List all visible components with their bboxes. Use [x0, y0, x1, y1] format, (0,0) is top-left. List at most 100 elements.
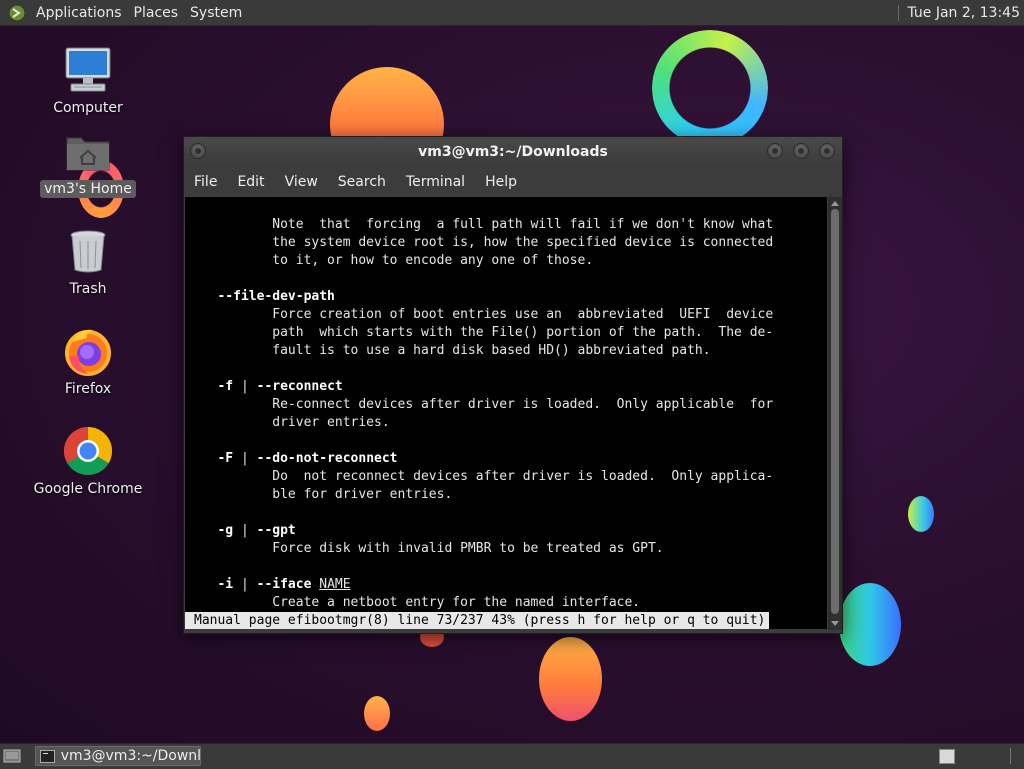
- option-flag: -i: [217, 577, 234, 592]
- scrollbar-thumb[interactable]: [831, 209, 839, 614]
- terminal-text: to it, or how to encode any one of those…: [194, 253, 594, 268]
- option-flag: --file-dev-path: [217, 289, 335, 304]
- desktop-icon-label: Trash: [69, 281, 107, 297]
- terminal-line: fault is to use a hard disk based HD() a…: [194, 342, 773, 360]
- minimize-button[interactable]: [767, 143, 783, 159]
- terminal-line: Re-connect devices after driver is loade…: [194, 396, 773, 414]
- option-flag: -F: [217, 451, 234, 466]
- option-flag: --reconnect: [256, 379, 343, 394]
- terminal-text: Force creation of boot entries use an ab…: [194, 307, 774, 322]
- terminal-text: Re-connect devices after driver is loade…: [194, 397, 774, 412]
- terminal-line: Create a netboot entry for the named int…: [194, 594, 773, 612]
- scroll-down-arrow-icon[interactable]: [831, 621, 839, 626]
- places-menu[interactable]: Places: [130, 5, 187, 21]
- wallpaper-blue-oval-small: [908, 496, 934, 532]
- clock[interactable]: Tue Jan 2, 13:45: [907, 5, 1024, 21]
- firefox-icon: [63, 326, 113, 376]
- desktop-icon-label: Google Chrome: [33, 481, 143, 497]
- terminal-line: driver entries.: [194, 414, 773, 432]
- applications-menu[interactable]: Applications: [32, 5, 130, 21]
- option-flag: -f: [217, 379, 234, 394]
- menu-file[interactable]: File: [184, 174, 227, 190]
- desktop-icon-label: vm3's Home: [40, 180, 136, 198]
- terminal-line: -F | --do-not-reconnect: [194, 450, 773, 468]
- wallpaper-orange-dot: [364, 696, 390, 731]
- close-button[interactable]: [819, 143, 835, 159]
- desktop-icon-firefox[interactable]: Firefox: [38, 326, 138, 398]
- terminal-text: Note that forcing a full path will fail …: [194, 217, 774, 232]
- wallpaper-orange-oval: [539, 637, 602, 721]
- option-flag: --iface: [256, 577, 312, 592]
- system-menu[interactable]: System: [186, 5, 250, 21]
- option-flag: -g: [217, 523, 234, 538]
- taskbar-terminal-button[interactable]: vm3@vm3:~/Downl...: [35, 746, 201, 766]
- desktop-icon-chrome[interactable]: Google Chrome: [34, 426, 142, 498]
- terminal-text: the system device root is, how the speci…: [194, 235, 774, 250]
- menu-terminal[interactable]: Terminal: [396, 174, 475, 190]
- menu-search[interactable]: Search: [328, 174, 396, 190]
- terminal-line: ble for driver entries.: [194, 486, 773, 504]
- terminal-line: -f | --reconnect: [194, 378, 773, 396]
- terminal-line: path which starts with the File() portio…: [194, 324, 773, 342]
- menu-help[interactable]: Help: [475, 174, 527, 190]
- terminal-line: to it, or how to encode any one of those…: [194, 252, 773, 270]
- terminal-text: Do not reconnect devices after driver is…: [194, 469, 774, 484]
- wallpaper-blue-oval: [839, 583, 901, 666]
- terminal-text: |: [233, 523, 257, 538]
- desktop-icon-computer[interactable]: Computer: [38, 45, 138, 117]
- terminal-text: fault is to use a hard disk based HD() a…: [194, 343, 711, 358]
- terminal-line: --file-dev-path: [194, 288, 773, 306]
- window-titlebar[interactable]: vm3@vm3:~/Downloads: [184, 137, 842, 167]
- scroll-up-arrow-icon[interactable]: [831, 201, 839, 206]
- panel-separator: [898, 4, 900, 21]
- man-page-text: Note that forcing a full path will fail …: [194, 216, 773, 612]
- terminal-text: path which starts with the File() portio…: [194, 325, 774, 340]
- terminal-line: Note that forcing a full path will fail …: [194, 216, 773, 234]
- terminal-text: |: [233, 577, 257, 592]
- maximize-button[interactable]: [793, 143, 809, 159]
- terminal-text: driver entries.: [194, 415, 390, 430]
- terminal-menubar: File Edit View Search Terminal Help: [184, 167, 842, 197]
- terminal-line: -i | --iface NAME: [194, 576, 773, 594]
- computer-icon: [63, 45, 113, 95]
- panel-separator: [1010, 748, 1011, 764]
- trash-icon: [63, 226, 113, 276]
- workspace-switcher[interactable]: [939, 749, 955, 764]
- terminal-text: ble for driver entries.: [194, 487, 453, 502]
- vertical-scrollbar[interactable]: [828, 197, 842, 630]
- chrome-icon: [63, 426, 113, 476]
- menu-edit[interactable]: Edit: [227, 174, 274, 190]
- desktop-icon-home[interactable]: vm3's Home: [38, 126, 138, 198]
- terminal-text: |: [233, 451, 257, 466]
- show-desktop-icon[interactable]: [3, 748, 21, 764]
- window-menu-button[interactable]: [190, 143, 206, 159]
- terminal-line: -g | --gpt: [194, 522, 773, 540]
- terminal-line: Force creation of boot entries use an ab…: [194, 306, 773, 324]
- terminal-line: Do not reconnect devices after driver is…: [194, 468, 773, 486]
- option-flag: --gpt: [256, 523, 296, 538]
- desktop-icon-trash[interactable]: Trash: [38, 226, 138, 298]
- taskbar-button-label: vm3@vm3:~/Downl...: [60, 748, 200, 764]
- distro-logo-icon[interactable]: [8, 4, 26, 22]
- option-flag: --do-not-reconnect: [256, 451, 398, 466]
- menu-view[interactable]: View: [275, 174, 328, 190]
- home-folder-icon: [63, 126, 113, 176]
- desktop-icon-label: Computer: [53, 100, 123, 116]
- terminal-text: |: [233, 379, 257, 394]
- terminal-text: Force disk with invalid PMBR to be treat…: [194, 541, 664, 556]
- terminal-line: Force disk with invalid PMBR to be treat…: [194, 540, 773, 558]
- wallpaper-ring: [652, 30, 768, 146]
- terminal-line: the system device root is, how the speci…: [194, 234, 773, 252]
- pager-status-line: Manual page efibootmgr(8) line 73/237 43…: [185, 612, 770, 629]
- terminal-text: Create a netboot entry for the named int…: [194, 595, 641, 610]
- bottom-panel: vm3@vm3:~/Downl...: [0, 743, 1024, 769]
- terminal-window[interactable]: vm3@vm3:~/Downloads File Edit View Searc…: [183, 136, 843, 634]
- terminal-icon: [40, 749, 55, 763]
- terminal-output[interactable]: Note that forcing a full path will fail …: [185, 197, 827, 629]
